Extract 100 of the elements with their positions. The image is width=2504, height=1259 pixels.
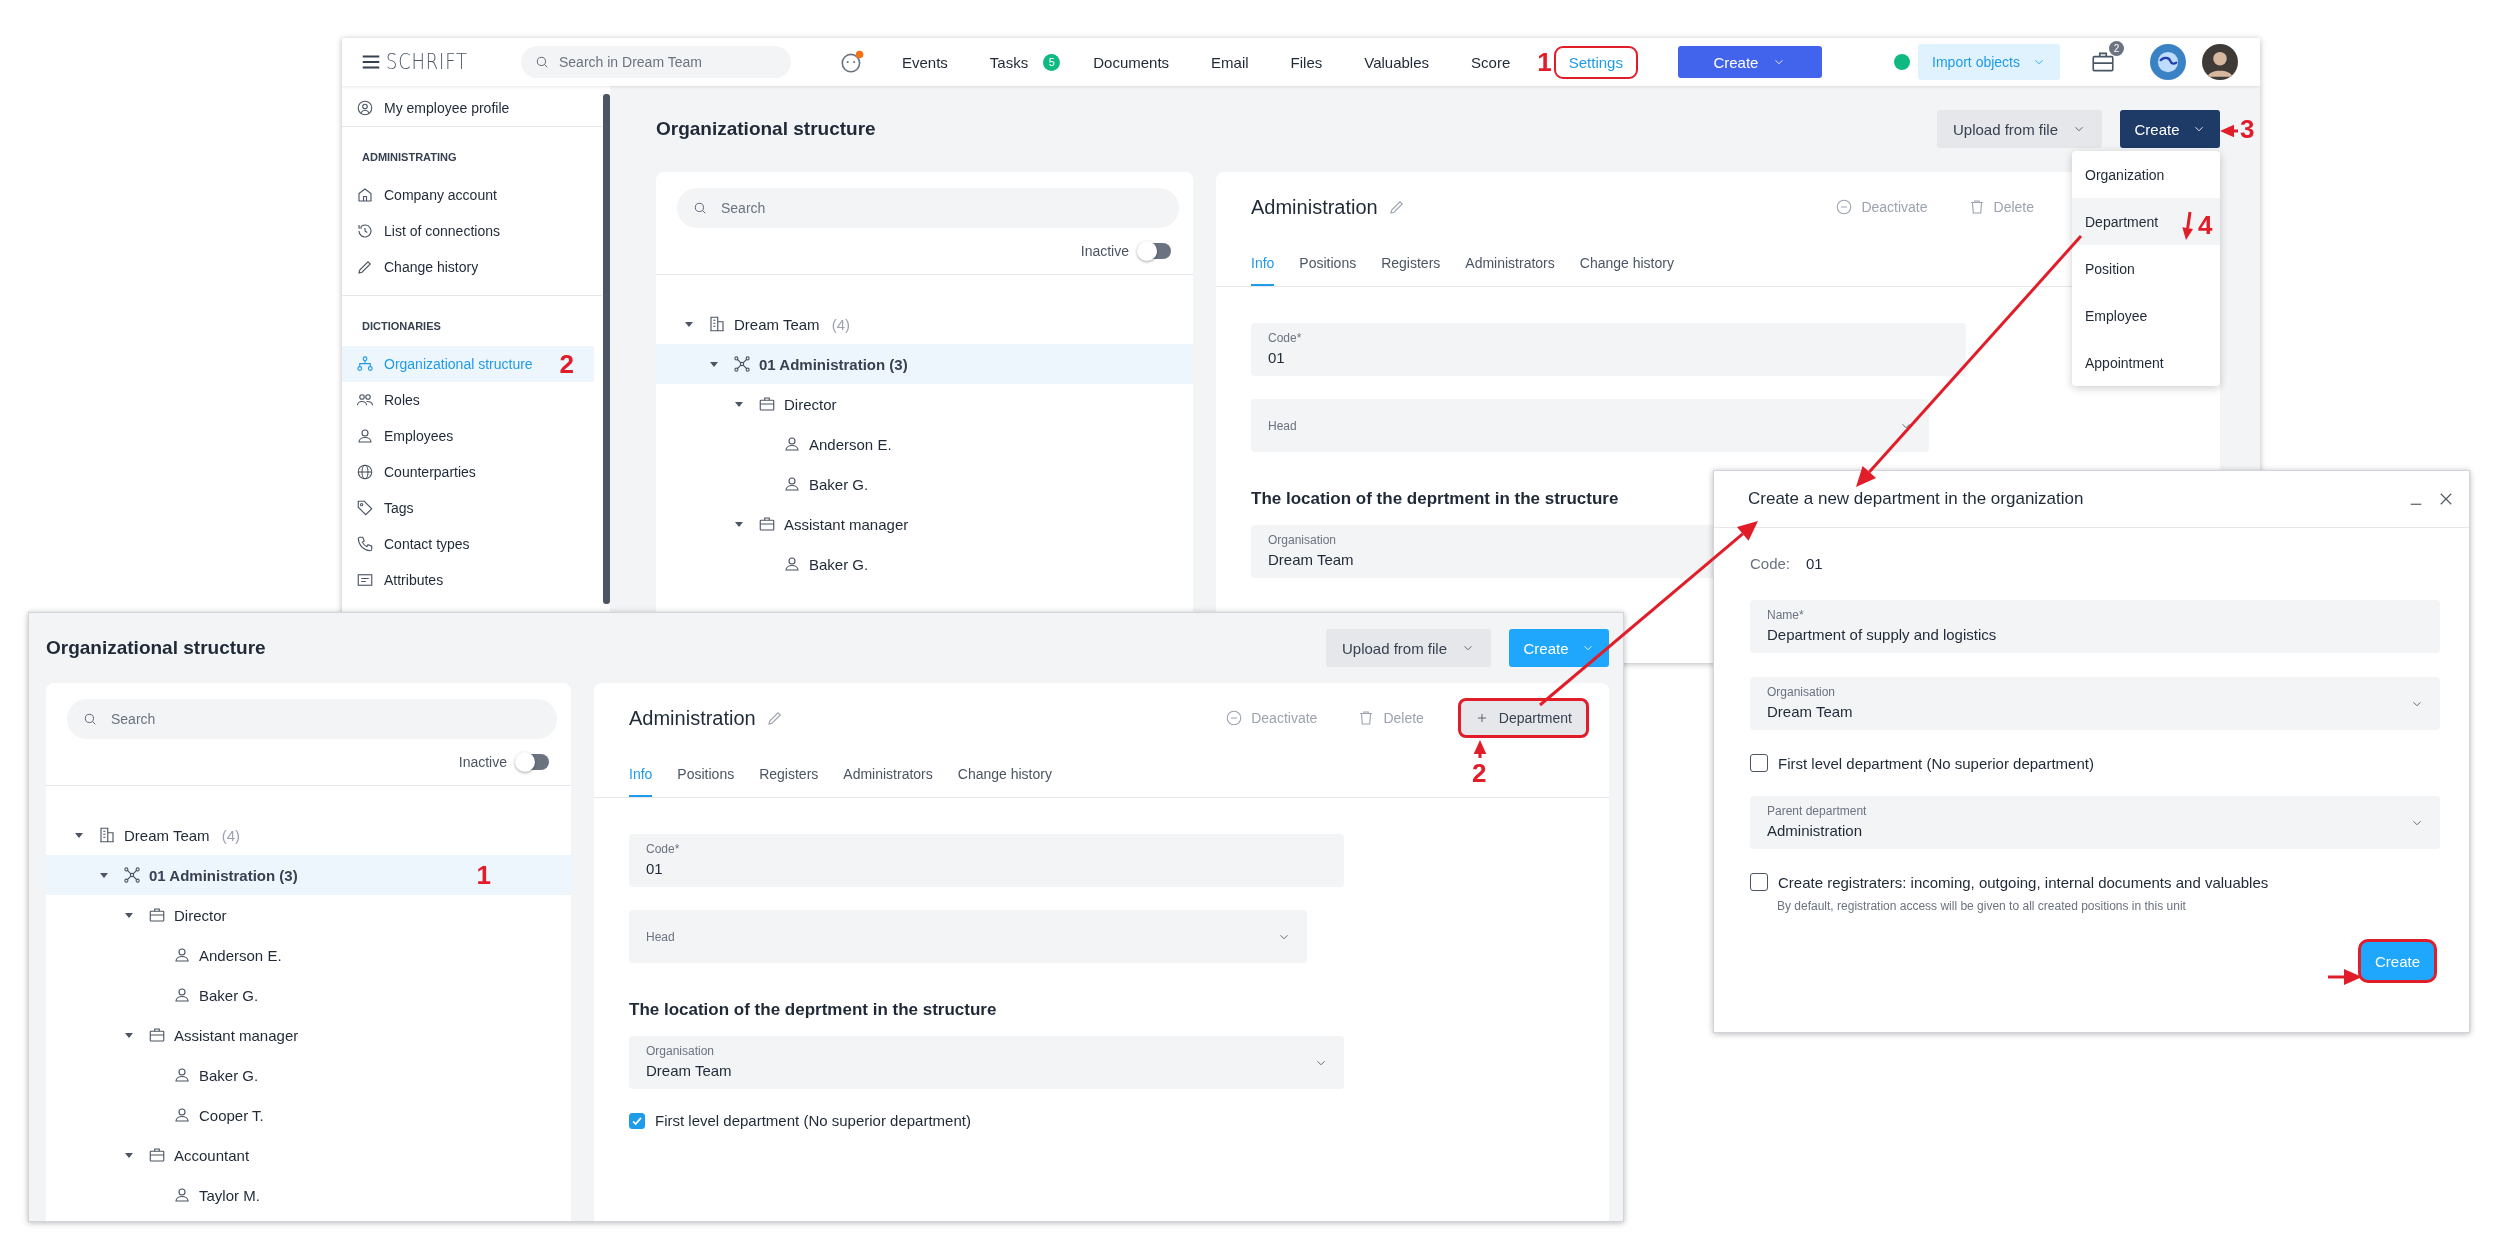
annotation-arrow [2220, 124, 2238, 138]
text-field[interactable]: Code* 01 [629, 834, 1344, 887]
sidebar-item[interactable]: Contact types [342, 526, 594, 562]
briefcase-icon [148, 1146, 166, 1164]
avatar[interactable] [2202, 44, 2238, 80]
dialog-title: Create a new department in the organization [1748, 489, 2084, 509]
list-icon [356, 571, 374, 589]
caret-icon[interactable] [99, 870, 109, 880]
caret-icon[interactable] [709, 359, 719, 369]
tree-item[interactable]: Baker G. [656, 544, 1193, 584]
nav-tab[interactable]: Score [1456, 45, 1526, 79]
logo[interactable]: SCHRIFT [386, 50, 471, 74]
checkbox-label: Create registraters: incoming, outgoing, internal documents and valuables [1778, 873, 2269, 891]
tab[interactable]: Administrators [843, 753, 933, 797]
sidebar-item[interactable]: Organizational structure 2 [342, 346, 594, 382]
building-icon [708, 315, 726, 333]
network-icon [123, 866, 141, 884]
tree-item[interactable]: Assistant manager [656, 504, 1193, 544]
sidebar-item[interactable]: Roles [342, 382, 594, 418]
caret-icon[interactable] [124, 910, 134, 920]
status-dot [1894, 54, 1911, 70]
tree-item[interactable]: Baker G. [46, 975, 571, 1015]
caret-icon[interactable] [684, 319, 694, 329]
tree-item[interactable]: Dream Team (4) [46, 815, 571, 855]
tree-item[interactable]: Cooper T. [46, 1095, 571, 1135]
sidebar-item[interactable]: List of connections [342, 213, 594, 249]
nav-tab[interactable]: Files [1275, 45, 1338, 79]
chat-icon[interactable] [839, 49, 865, 75]
nav-tab[interactable]: Email [1196, 45, 1264, 79]
tree-item[interactable]: Director [656, 384, 1193, 424]
tree-item[interactable]: 01 Administration (3) [656, 344, 1193, 384]
tag-icon [356, 499, 374, 517]
select-field[interactable]: Parent department Administration [1750, 796, 2440, 849]
step-number: 1 [476, 860, 491, 890]
upload-button[interactable]: Upload from file [1936, 110, 2102, 148]
menu-item[interactable]: Position [2072, 245, 2220, 292]
caret-icon[interactable] [124, 1030, 134, 1040]
menu-item[interactable]: Organization [2072, 151, 2220, 198]
tree-item[interactable]: 01 Administration (3) 1 [46, 855, 571, 895]
sidebar-item[interactable]: Counterparties [342, 454, 594, 490]
search-field[interactable]: Search [677, 188, 1179, 228]
checkbox[interactable] [629, 1112, 645, 1129]
sidebar-item[interactable]: Change history [342, 249, 594, 285]
briefcase-icon [758, 515, 776, 533]
add-department-button[interactable]: Department [1457, 698, 1589, 738]
sidebar-item[interactable]: Employees [342, 418, 594, 454]
tree-item[interactable]: Anderson E. [656, 424, 1193, 464]
nav-tab[interactable]: Documents [1078, 45, 1185, 79]
select-field[interactable]: Organisation Dream Team [1750, 677, 2440, 730]
nav-tab[interactable]: Events [887, 45, 963, 79]
scrollbar[interactable] [603, 94, 610, 604]
tab[interactable]: Positions [1299, 242, 1357, 286]
section-heading: ADMINISTRATING [361, 150, 458, 165]
tree-item[interactable]: Baker G. [46, 1055, 571, 1095]
tab[interactable]: Registers [759, 753, 819, 797]
select-field[interactable]: Organisation Dream Team [629, 1036, 1344, 1089]
tree-item[interactable]: Assistant manager [46, 1015, 571, 1055]
tab[interactable]: Registers [1381, 242, 1441, 286]
toggle-label: Inactive [458, 754, 507, 770]
search-field[interactable]: Search in Dream Team [521, 46, 791, 78]
tab[interactable]: Change history [957, 753, 1052, 797]
tree-item[interactable]: Anderson E. [46, 935, 571, 975]
sidebar-item[interactable]: Company account [342, 177, 594, 213]
create-button[interactable]: Create [1677, 46, 1822, 78]
section-heading: DICTIONARIES [361, 319, 442, 334]
caret-icon[interactable] [74, 830, 84, 840]
text-field[interactable]: Name* Department of supply and logistics [1750, 600, 2440, 653]
checkbox[interactable] [1750, 873, 1768, 891]
caret-icon[interactable] [734, 399, 744, 409]
menu-item[interactable]: Appointment [2072, 339, 2220, 386]
person-icon [173, 1186, 191, 1204]
tree-item[interactable]: Dream Team (4) [656, 304, 1193, 344]
section-title: The location of the deprtment in the structure [629, 1000, 997, 1020]
checkbox[interactable] [1750, 754, 1768, 772]
checkbox-label: First level department (No superior department) [655, 1112, 971, 1129]
create-button[interactable]: Create [2120, 110, 2220, 148]
menu-item[interactable]: Employee [2072, 292, 2220, 339]
sidebar-item[interactable]: Tags [342, 490, 594, 526]
avatar[interactable] [2150, 44, 2186, 80]
tab[interactable]: Positions [677, 753, 735, 797]
select-field[interactable]: Head [629, 910, 1307, 963]
caret-icon[interactable] [124, 1150, 134, 1160]
nav-tab[interactable]: Tasks [974, 45, 1044, 79]
nav-tab[interactable]: Valuables [1349, 45, 1445, 79]
tab[interactable]: Administrators [1465, 242, 1555, 286]
text-field[interactable]: Code* 01 [1251, 323, 1966, 376]
tree-item[interactable]: Baker G. [656, 464, 1193, 504]
sidebar-item[interactable]: My employee profile [342, 90, 602, 126]
search-field[interactable]: Search [67, 699, 557, 739]
sidebar-item[interactable]: Attributes [342, 562, 594, 598]
checkbox-label: First level department (No superior department) [1778, 754, 2094, 772]
upload-button[interactable]: Upload from file [1325, 629, 1491, 667]
field-label: Code: [1750, 554, 1791, 572]
tree-item[interactable]: Director [46, 895, 571, 935]
select-field[interactable]: Head [1251, 399, 1929, 452]
step-number: 1 [1537, 47, 1552, 77]
tree-item[interactable]: Taylor M. [46, 1175, 571, 1215]
tab[interactable]: Change history [1579, 242, 1674, 286]
tree-item[interactable]: Accountant [46, 1135, 571, 1175]
caret-icon[interactable] [734, 519, 744, 529]
